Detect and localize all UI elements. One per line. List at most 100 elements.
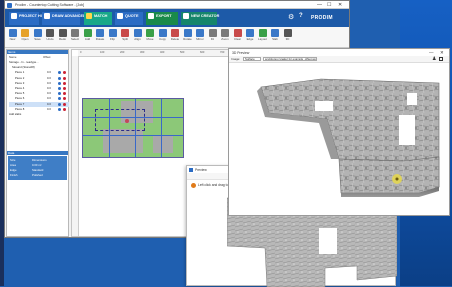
creator-icon [183,13,189,19]
preview-close-button[interactable]: ✕ [440,50,444,56]
delete-icon[interactable] [63,97,66,101]
ribbon-button-label: Mirror [196,37,204,41]
ribbon-button-mirror[interactable]: Mirror [195,29,206,46]
piece-outline[interactable] [83,135,183,136]
visibility-icon[interactable] [58,76,61,80]
ribbon-button-align[interactable]: Align [132,29,143,46]
draw-icon [44,13,50,19]
window-title: Prodim - Countertop Cutting Software - [… [15,3,85,7]
ribbon-button-flip[interactable]: Flip [107,29,118,46]
ribbon-tool-icon [46,29,54,37]
person-icon[interactable]: ♟ [432,56,436,62]
ribbon-button-fit[interactable]: Fit [207,29,218,46]
tree-row[interactable]: Add slabs [9,112,69,117]
ribbon-tool-icon [96,29,104,37]
ribbon-button-label: Rotate [95,37,105,41]
tab-match[interactable]: MATCH [84,12,112,25]
ribbon-tool-icon [21,29,29,37]
tab-new-creator[interactable]: NEW CREATOR [181,12,219,25]
minimize-button[interactable]: — [317,2,322,8]
close-button[interactable]: ✕ [338,2,342,8]
delete-icon[interactable] [63,81,66,85]
ribbon-button-clear[interactable]: Clear [232,29,243,46]
ribbon-tool-icon [8,29,17,37]
ribbon-button-save[interactable]: Save [32,29,43,46]
ribbon-button-copy[interactable]: Copy [157,29,168,46]
visibility-icon[interactable] [58,87,61,90]
ribbon-button-label: Delete [170,37,180,41]
visibility-icon[interactable] [58,102,61,106]
ribbon-tool-icon [146,29,154,37]
items-column-header: Name Offset [7,55,68,59]
ribbon-button-edge[interactable]: Edge [245,29,256,46]
property-value: Standard [32,168,44,172]
ribbon-button-3d[interactable]: 3D [282,29,293,46]
property-value: Polished [32,173,43,177]
ribbon-button-label: Add [84,37,91,41]
warning-icon [191,182,196,188]
ribbon-button-delete[interactable]: Delete [170,29,181,46]
ribbon-tool-icon [121,29,129,37]
tab-export[interactable]: EXPORT [146,12,178,25]
ruler-tick-label: 600 [200,51,205,54]
ribbon-button-rotate[interactable]: Rotate [182,29,193,46]
preview-minimize-button[interactable]: — [429,50,434,55]
slab-layout[interactable] [82,98,184,158]
texture-select[interactable]: sculptures (snake) for example_offset.wo… [263,56,317,61]
ribbon-button-redo[interactable]: Redo [57,29,68,46]
ribbon-button-open[interactable]: Open [20,29,31,46]
gear-icon[interactable]: ⚙ [288,13,294,21]
ribbon-tool-icon [133,29,142,37]
ribbon-button-add[interactable]: Add [82,29,93,46]
ribbon-toolbar: New Open Save Undo Redo Select Add Rotate Flip Sp… [5,27,349,48]
tree-row-label: Piece 6 [15,96,25,101]
properties-box: Size Dimensions Area 0.00 m² Edge Standard Fin… [8,156,67,180]
property-key: Size [10,158,16,162]
ribbon-button-slab[interactable]: Slab [270,29,281,46]
tab-project-home[interactable]: PROJECT HOME [9,12,49,25]
delete-icon[interactable] [63,107,66,111]
ribbon-button-label: Edge [246,37,254,41]
ruler-tick-label: 100 [100,51,105,54]
delete-icon[interactable] [63,87,66,90]
ribbon-button-rotate[interactable]: Rotate [95,29,106,46]
tab-draw-advanced[interactable]: DRAW ADVANCED [42,12,86,25]
ribbon-tool-icon [283,29,292,37]
piece-outline[interactable] [161,99,162,157]
ribbon-button-label: Rotate [183,37,192,41]
items-panel: Items Name Offset Storage - In - readype… [6,49,69,237]
ribbon-button-undo[interactable]: Undo [45,29,56,46]
vertical-ruler [72,56,79,236]
delete-icon[interactable] [63,76,66,80]
3d-countertop-render[interactable] [229,63,449,215]
ribbon-button-select[interactable]: Select [70,29,81,46]
ribbon-tool-icon [221,29,229,37]
brand-logo: PRODIM [311,15,333,21]
tree-row-label: Piece 2 [15,75,25,80]
visibility-icon[interactable] [58,81,61,85]
visibility-icon[interactable] [58,97,61,101]
delete-icon[interactable] [63,102,66,106]
ribbon-tool-icon [183,29,192,37]
visibility-icon[interactable] [58,92,61,96]
ruler-tick-label: 200 [120,51,125,54]
ribbon-button-new[interactable]: New [7,29,18,46]
ribbon-button-layout[interactable]: Layout [257,29,268,46]
delete-icon[interactable] [63,92,66,96]
delete-icon[interactable] [63,71,66,75]
maximize-button[interactable]: ☐ [327,2,331,8]
visibility-icon[interactable] [58,107,61,111]
ribbon-button-split[interactable]: Split [120,29,131,46]
help-icon[interactable]: ? [299,13,303,19]
property-row: Edge Standard [10,168,65,172]
ribbon-button-label: Open [21,37,29,41]
ribbon-button-move[interactable]: Move [145,29,156,46]
grid-icon[interactable] [439,56,443,61]
image-select[interactable]: Surface [243,56,261,61]
ribbon-button-zoom[interactable]: Zoom [220,29,231,46]
property-value: 0.00 m² [32,163,42,167]
ribbon-button-label: Split [122,37,128,41]
tab-quote[interactable]: QUOTE [115,12,143,25]
piece-selection[interactable] [95,109,145,131]
visibility-icon[interactable] [58,71,61,75]
